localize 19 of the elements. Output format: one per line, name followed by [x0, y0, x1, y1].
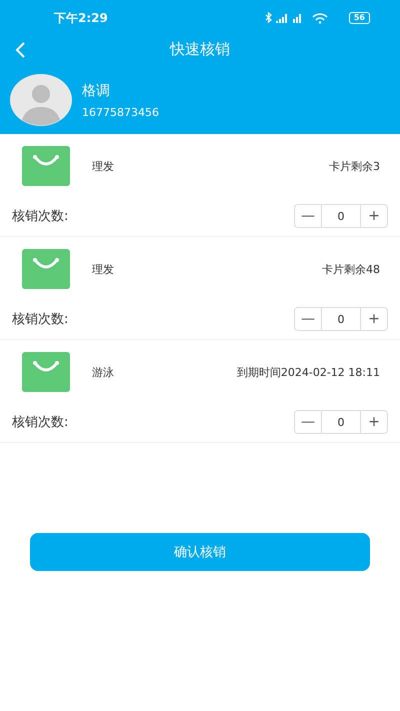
- card-info: 卡片剩余48: [322, 262, 381, 276]
- service-name: 游泳: [92, 364, 115, 380]
- back-icon[interactable]: [14, 41, 26, 59]
- user-name: 格调: [82, 82, 111, 100]
- count-label: 核销次数:: [12, 311, 68, 328]
- user-phone: 16775873456: [82, 106, 159, 118]
- shopping-bag-icon: [22, 249, 70, 289]
- card-info: 到期时间2024-02-12 18:11: [236, 364, 381, 380]
- battery-level: 56: [348, 12, 370, 24]
- shopping-bag-icon: [22, 146, 70, 186]
- shopping-bag-icon: [22, 352, 70, 392]
- count-label: 核销次数:: [12, 208, 68, 225]
- count-label: 核销次数:: [12, 414, 68, 431]
- status-time: 下午2:29: [54, 10, 108, 26]
- service-name: 理发: [92, 158, 115, 174]
- card-info: 卡片剩余3: [329, 158, 381, 174]
- page-title: 快速核销: [170, 40, 230, 58]
- avatar-icon: [10, 74, 72, 126]
- service-name: 理发: [92, 262, 115, 276]
